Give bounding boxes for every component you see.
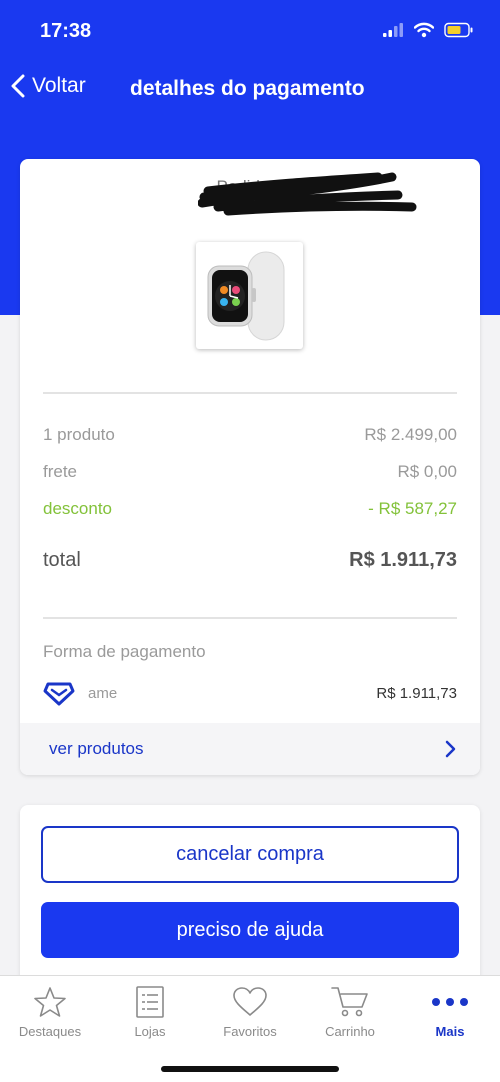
navigation-bar: Voltar detalhes do pagamento bbox=[0, 62, 500, 118]
divider bbox=[43, 392, 457, 394]
status-bar: 17:38 bbox=[0, 0, 500, 62]
heart-icon bbox=[233, 987, 267, 1016]
tab-label: Favoritos bbox=[223, 1024, 277, 1039]
chevron-left-icon bbox=[11, 74, 25, 98]
tab-lojas[interactable]: Lojas bbox=[100, 984, 200, 1048]
divider bbox=[43, 617, 457, 619]
signal-icon bbox=[383, 23, 403, 37]
list-icon bbox=[136, 986, 164, 1018]
need-help-button[interactable]: preciso de ajuda bbox=[41, 902, 459, 958]
home-indicator bbox=[161, 1066, 339, 1072]
shipping-row: frete R$ 0,00 bbox=[43, 462, 457, 482]
payment-method-title: Forma de pagamento bbox=[43, 642, 206, 661]
shipping-value: R$ 0,00 bbox=[397, 462, 457, 481]
order-details-card: Pedido 0 1 produto R$ 2.499,00 frete R$ … bbox=[20, 159, 480, 775]
cart-icon bbox=[331, 987, 368, 1017]
subtotal-label: 1 produto bbox=[43, 425, 115, 444]
star-icon bbox=[34, 987, 66, 1017]
subtotal-value: R$ 2.499,00 bbox=[364, 425, 457, 444]
ame-logo-icon bbox=[43, 682, 75, 706]
status-icons bbox=[382, 22, 474, 38]
see-products-link[interactable]: ver produtos bbox=[20, 723, 480, 775]
battery-icon bbox=[444, 22, 473, 38]
tab-favoritos[interactable]: Favoritos bbox=[200, 984, 300, 1048]
payment-amount: R$ 1.911,73 bbox=[376, 685, 457, 702]
payment-method-name: ame bbox=[88, 685, 118, 702]
tab-label: Carrinho bbox=[325, 1024, 375, 1039]
tab-label: Lojas bbox=[134, 1024, 166, 1039]
chevron-right-icon bbox=[445, 740, 456, 758]
subtotal-row: 1 produto R$ 2.499,00 bbox=[43, 425, 457, 445]
shipping-label: frete bbox=[43, 462, 78, 481]
total-value: R$ 1.911,73 bbox=[349, 549, 457, 571]
more-icon bbox=[432, 998, 468, 1006]
discount-value: - R$ 587,27 bbox=[368, 499, 457, 518]
smartwatch-image bbox=[207, 251, 285, 341]
tab-bar: Destaques Lojas Favoritos Carrinho Mais bbox=[0, 975, 500, 1082]
tab-mais[interactable]: Mais bbox=[400, 984, 500, 1048]
payment-method-row: ame R$ 1.911,73 bbox=[43, 679, 457, 709]
wifi-icon bbox=[414, 22, 434, 38]
cancel-order-button[interactable]: cancelar compra bbox=[41, 826, 459, 883]
see-products-label: ver produtos bbox=[49, 739, 144, 758]
actions-card: cancelar compra preciso de ajuda bbox=[20, 805, 480, 985]
discount-row: desconto - R$ 587,27 bbox=[43, 499, 457, 519]
total-row: total R$ 1.911,73 bbox=[43, 549, 457, 572]
tab-label: Mais bbox=[435, 1024, 465, 1039]
tab-label: Destaques bbox=[18, 1024, 82, 1039]
discount-label: desconto bbox=[43, 499, 112, 518]
status-time: 17:38 bbox=[40, 20, 92, 42]
tab-carrinho[interactable]: Carrinho bbox=[300, 984, 400, 1048]
product-image[interactable] bbox=[196, 242, 303, 349]
back-label: Voltar bbox=[32, 74, 86, 97]
tab-destaques[interactable]: Destaques bbox=[0, 984, 100, 1048]
back-button[interactable]: Voltar bbox=[10, 74, 86, 98]
total-label: total bbox=[43, 549, 81, 571]
redaction-scribble bbox=[198, 172, 417, 216]
page-title: detalhes do pagamento bbox=[130, 77, 365, 100]
